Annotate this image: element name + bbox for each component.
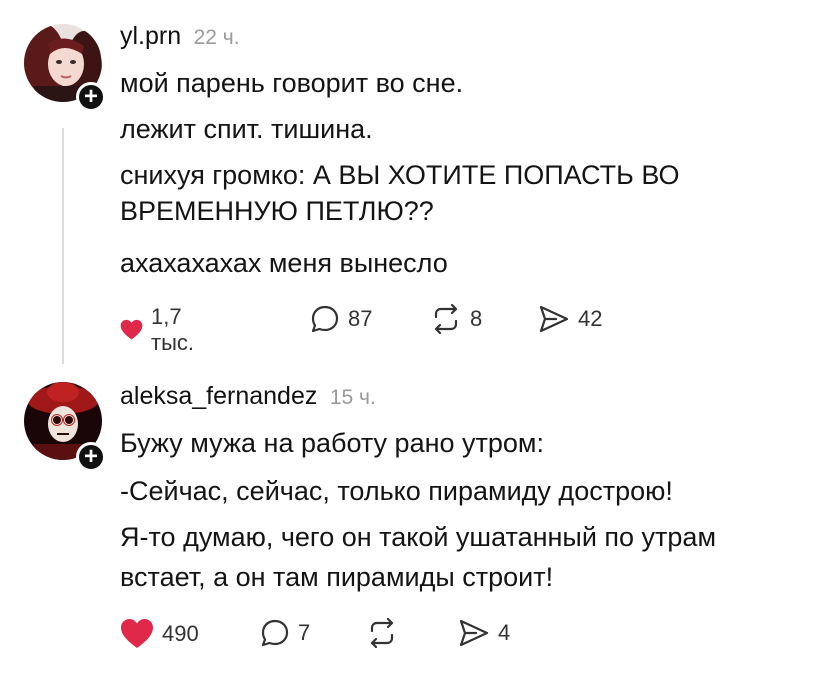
share-icon (459, 619, 489, 647)
post-header: aleksa_fernandez 15 ч. (120, 382, 376, 411)
comment-icon (261, 619, 289, 647)
repost-icon (434, 304, 458, 334)
like-button[interactable]: 1,7 тыс. (120, 304, 205, 356)
username[interactable]: aleksa_fernandez (120, 382, 317, 410)
heart-icon (121, 619, 153, 648)
heart-icon (120, 319, 143, 340)
share-button[interactable]: 4 (458, 618, 510, 648)
follow-plus-icon[interactable]: + (76, 82, 106, 112)
thread-post: + aleksa_fernandez 15 ч. Бужу мужа на ра… (0, 370, 828, 695)
like-count: 1,7 тыс. (151, 304, 195, 355)
share-icon (539, 305, 569, 333)
post-text-line: Я-то думаю, чего он такой ушатанный по у… (120, 522, 717, 552)
thread-line (62, 128, 64, 364)
post-text-line: встает, а он там пирамиды строит! (120, 562, 554, 592)
like-count: 490 (162, 621, 199, 646)
repost-count: 8 (470, 306, 483, 331)
post-text-line: Бужу мужа на работу рано утром: (120, 428, 544, 458)
post-time: 22 ч. (193, 26, 240, 49)
comment-count: 87 (348, 306, 373, 331)
repost-button[interactable] (366, 618, 406, 648)
repost-button[interactable]: 8 (430, 304, 482, 334)
post-text-line: мой парень говорит во сне. (120, 68, 464, 98)
post-time: 15 ч. (329, 386, 376, 409)
comment-button[interactable]: 87 (310, 304, 372, 334)
thread-post: + yl.prn 22 ч. мой парень говорит во сне… (0, 0, 828, 370)
comment-count: 7 (298, 620, 311, 645)
repost-icon (370, 618, 394, 648)
share-count: 4 (498, 620, 511, 645)
post-text-line: ВРЕМЕННУЮ ПЕТЛЮ?? (120, 196, 434, 226)
like-button[interactable]: 490 (120, 618, 199, 650)
comment-button[interactable]: 7 (260, 618, 310, 648)
post-text-line: -Сейчас, сейчас, только пирамиду дострою… (120, 476, 673, 506)
post-text-line: ахахахахах меня вынесло (120, 248, 448, 278)
post-text-line: снихуя громко: А ВЫ ХОТИТЕ ПОПАСТЬ ВО (120, 160, 680, 190)
share-button[interactable]: 42 (538, 304, 602, 334)
follow-plus-icon[interactable]: + (76, 442, 106, 472)
post-text-line: лежит спит. тишина. (120, 114, 373, 144)
share-count: 42 (578, 306, 603, 331)
post-header: yl.prn 22 ч. (120, 22, 240, 51)
comment-icon (311, 305, 339, 333)
username[interactable]: yl.prn (120, 22, 181, 50)
